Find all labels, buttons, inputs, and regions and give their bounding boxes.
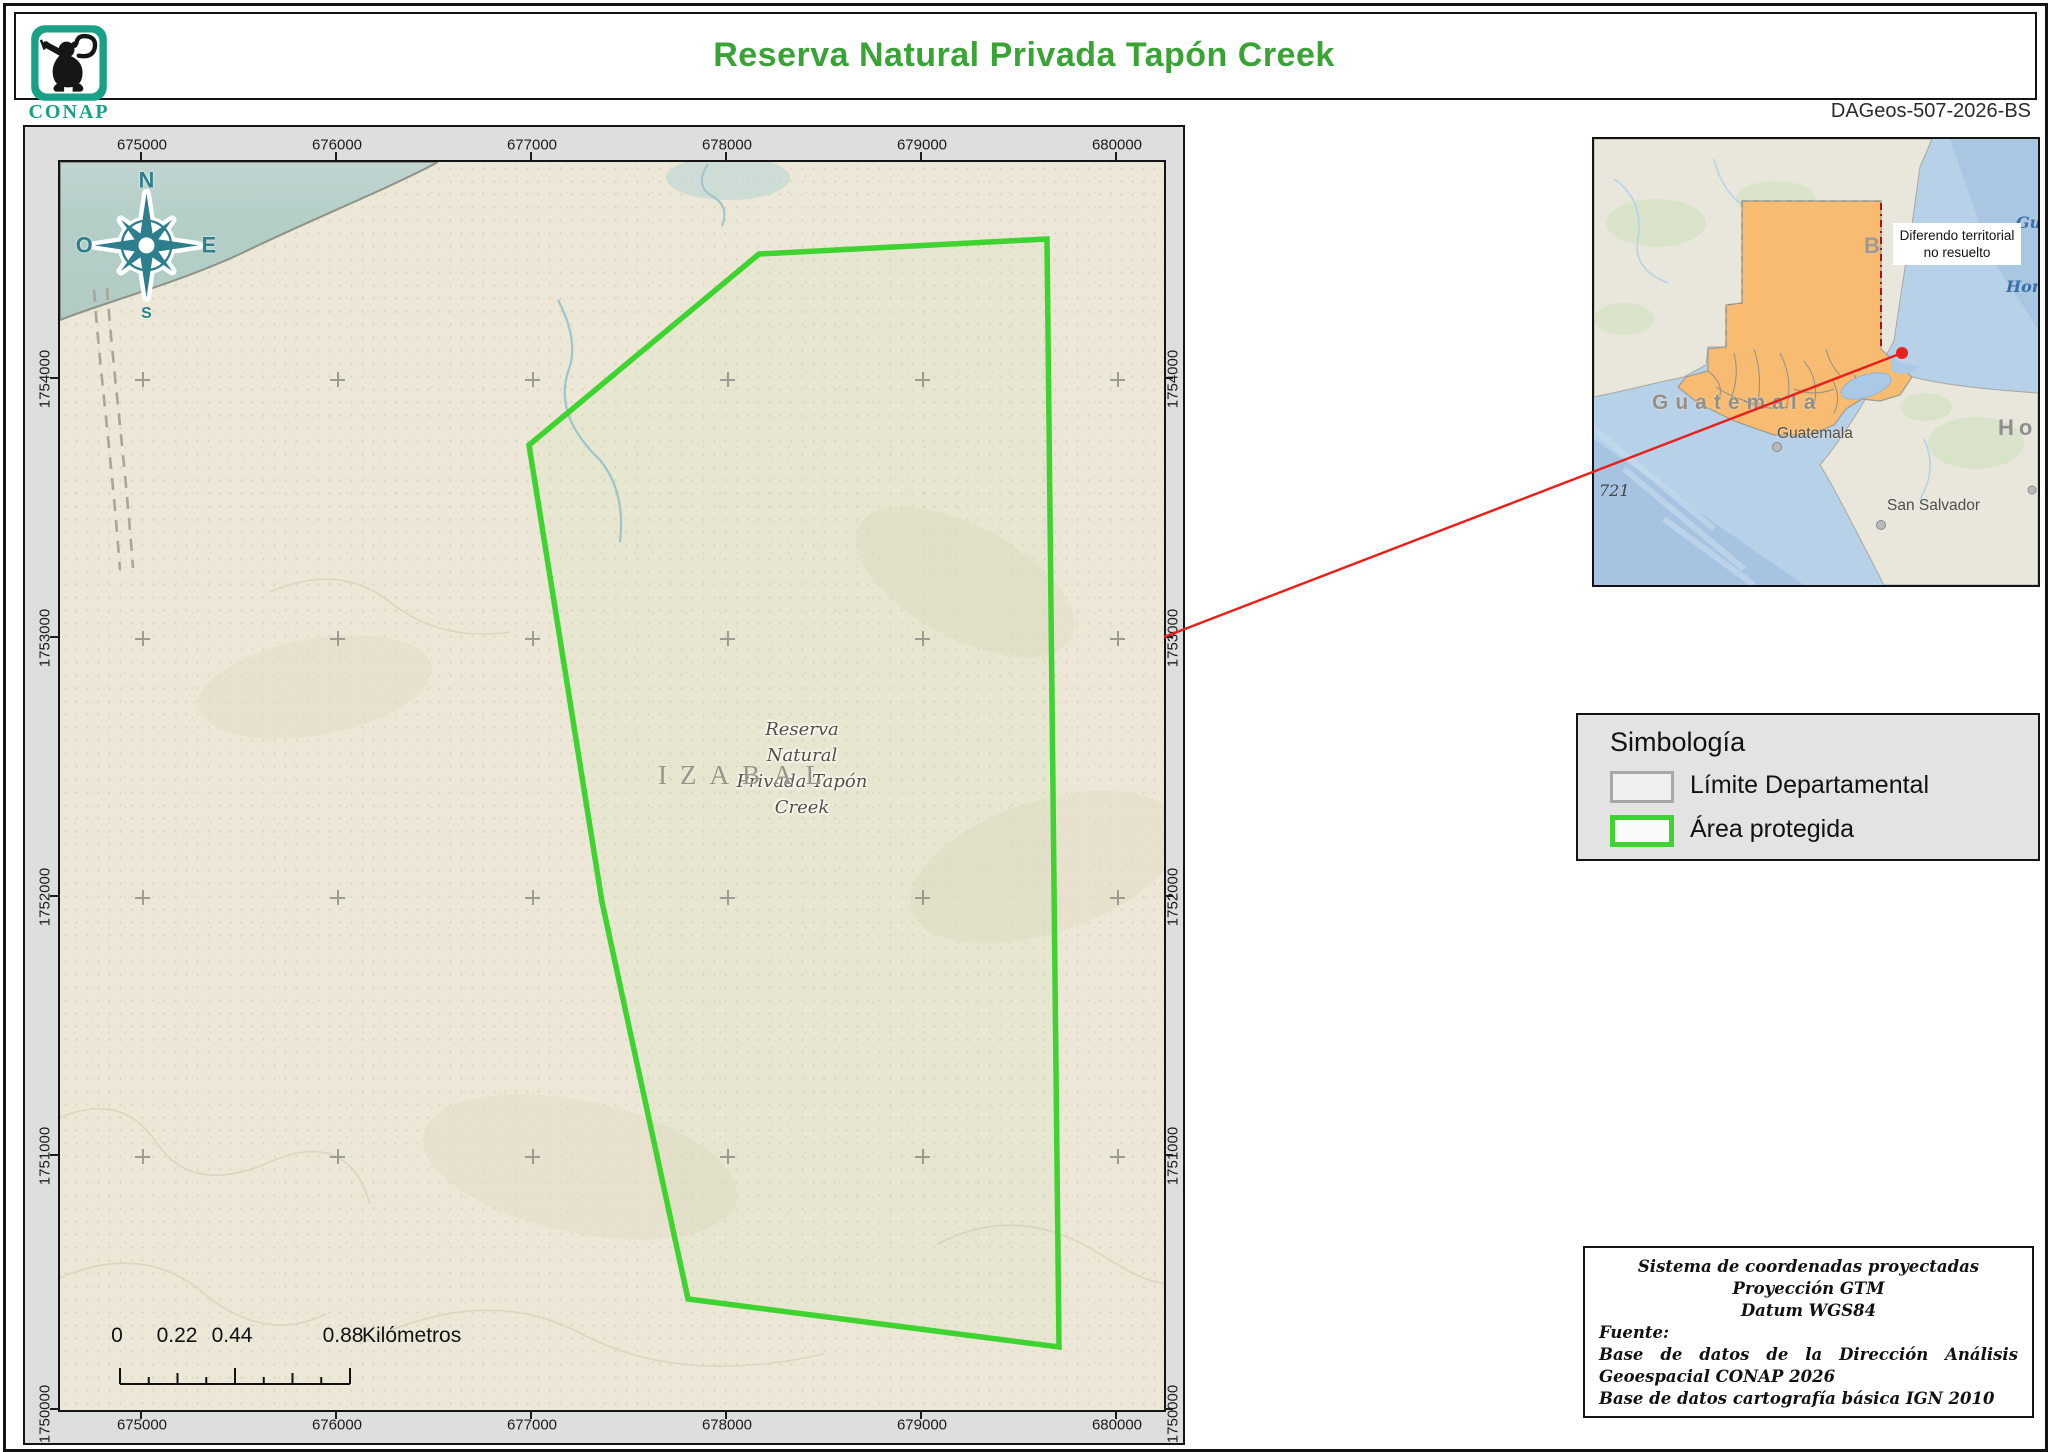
grid-tick [1164, 895, 1173, 897]
grid-tick [725, 1410, 727, 1419]
grid-tick [50, 1154, 59, 1156]
x-axis-label-top: 678000 [701, 136, 753, 154]
y-axis-label-left: 1751000 [36, 1126, 54, 1186]
grid-tick [530, 1410, 532, 1419]
grid-tick [140, 152, 142, 161]
credits-box: Sistema de coordenadas proyectadas Proye… [1583, 1246, 2034, 1418]
grid-tick [1115, 152, 1117, 161]
trail-line [92, 289, 122, 571]
grid-tick [50, 1408, 59, 1410]
department-label: IZABAL [658, 760, 835, 790]
y-axis-label-right: 1751000 [1164, 1126, 1182, 1186]
grid-tick [140, 1410, 142, 1419]
y-axis-label-right: 1754000 [1164, 349, 1182, 409]
compass-n-label: N [139, 167, 155, 192]
compass-o-label: O [76, 233, 93, 258]
scalebar-044: 0.44 [211, 1324, 253, 1347]
map-frame: N O E S Reserva Natural Privada Tapón Cr… [23, 125, 1185, 1445]
legend: Simbología Límite Departamental Área pro… [1576, 713, 2040, 861]
credits-line: Datum WGS84 [1740, 1301, 1877, 1320]
main-map: N O E S Reserva Natural Privada Tapón Cr… [58, 160, 1166, 1412]
y-axis-label-left: 1752000 [36, 867, 54, 927]
grid-tick [1164, 636, 1173, 638]
san-salvador-label: San Salvador [1887, 497, 1981, 514]
x-axis-label-top: 676000 [311, 136, 363, 154]
inset-locator-map: B Gu Hond Diferendo territorial no resue… [1592, 137, 2040, 587]
grid-tick [530, 152, 532, 161]
compass-s-label: S [141, 305, 152, 322]
x-axis-label-bottom: 675000 [116, 1416, 168, 1434]
x-axis-label-bottom: 677000 [506, 1416, 558, 1434]
legend-item-label: Límite Departamental [1690, 771, 1930, 799]
scalebar-022: 0.22 [156, 1324, 198, 1347]
conap-monkey-logo-icon [30, 24, 108, 102]
territorial-dispute-note: Diferendo territorial no resuelto [1893, 223, 2021, 265]
scalebar [119, 1368, 351, 1385]
creek-mouth-water [666, 162, 790, 200]
x-axis-label-bottom: 679000 [896, 1416, 948, 1434]
legend-item-area: Área protegida [1610, 815, 1854, 847]
guatemala-city-label: Guatemala [1777, 425, 1853, 442]
grid-tick [920, 1410, 922, 1419]
x-axis-label-top: 680000 [1091, 136, 1143, 154]
y-axis-label-right: 1750000 [1164, 1384, 1182, 1444]
belize-label-fragment: B [1864, 233, 1880, 258]
grid-tick [1115, 1410, 1117, 1419]
x-axis-label-top: 679000 [896, 136, 948, 154]
x-axis-label-bottom: 676000 [311, 1416, 363, 1434]
grid-tick [725, 152, 727, 161]
x-axis-label-bottom: 680000 [1091, 1416, 1143, 1434]
map-page: Reserva Natural Privada Tapón Creek DAGe… [0, 0, 2048, 1452]
grid-tick [335, 1410, 337, 1419]
document-code: DAGeos-507-2026-BS [1830, 100, 2031, 122]
depth-label: 721 [1599, 481, 1630, 500]
x-axis-label-top: 677000 [506, 136, 558, 154]
y-axis-label-left: 1754000 [36, 349, 54, 409]
grid-tick [50, 895, 59, 897]
x-axis-label-top: 675000 [116, 136, 168, 154]
credits-line: Proyección GTM [1732, 1279, 1885, 1298]
honduras-label-fragment: Ho [1998, 415, 2038, 440]
grid-tick [50, 377, 59, 379]
grid-tick [1164, 377, 1173, 379]
department-limit-swatch [1610, 771, 1674, 803]
guatemala-country-label: Guatemala [1652, 391, 1823, 414]
scalebar-0: 0 [111, 1324, 123, 1347]
credits-source-1: Base de datos de la Dirección Análisis G… [1599, 1345, 2018, 1386]
legend-item-limite: Límite Departamental [1610, 771, 1929, 803]
x-axis-label-bottom: 678000 [701, 1416, 753, 1434]
grid-tick [920, 152, 922, 161]
inset-graphics [1594, 139, 2038, 585]
grid-tick [335, 152, 337, 161]
y-axis-label-left: 1753000 [36, 608, 54, 668]
credits-line: Sistema de coordenadas proyectadas [1637, 1257, 1980, 1276]
grid-tick [1164, 1154, 1173, 1156]
credits-fuente: Fuente: [1599, 1323, 1670, 1342]
compass-e-label: E [202, 233, 217, 258]
y-axis-label-right: 1752000 [1164, 867, 1182, 927]
grid-tick [50, 636, 59, 638]
conap-logo-text: CONAP [28, 101, 110, 123]
legend-item-label: Área protegida [1690, 815, 1855, 843]
scalebar-unit: Kilómetros [362, 1324, 462, 1347]
legend-title: Simbología [1610, 727, 1746, 757]
basemap-graphics: N O E S [60, 162, 1164, 1385]
grid-tick [1164, 1408, 1173, 1410]
y-axis-label-right: 1753000 [1164, 608, 1182, 668]
protected-area-swatch [1610, 815, 1674, 847]
trail-line-2 [105, 287, 135, 569]
y-axis-label-left: 1750000 [36, 1384, 54, 1444]
page-title: Reserva Natural Privada Tapón Creek [713, 36, 1335, 74]
scalebar-088: 0.88 [322, 1324, 364, 1347]
honduras-sea-label-fragment: Hond [2006, 277, 2038, 296]
credits-source-2: Base de datos cartografía básica IGN 201… [1599, 1389, 1995, 1408]
